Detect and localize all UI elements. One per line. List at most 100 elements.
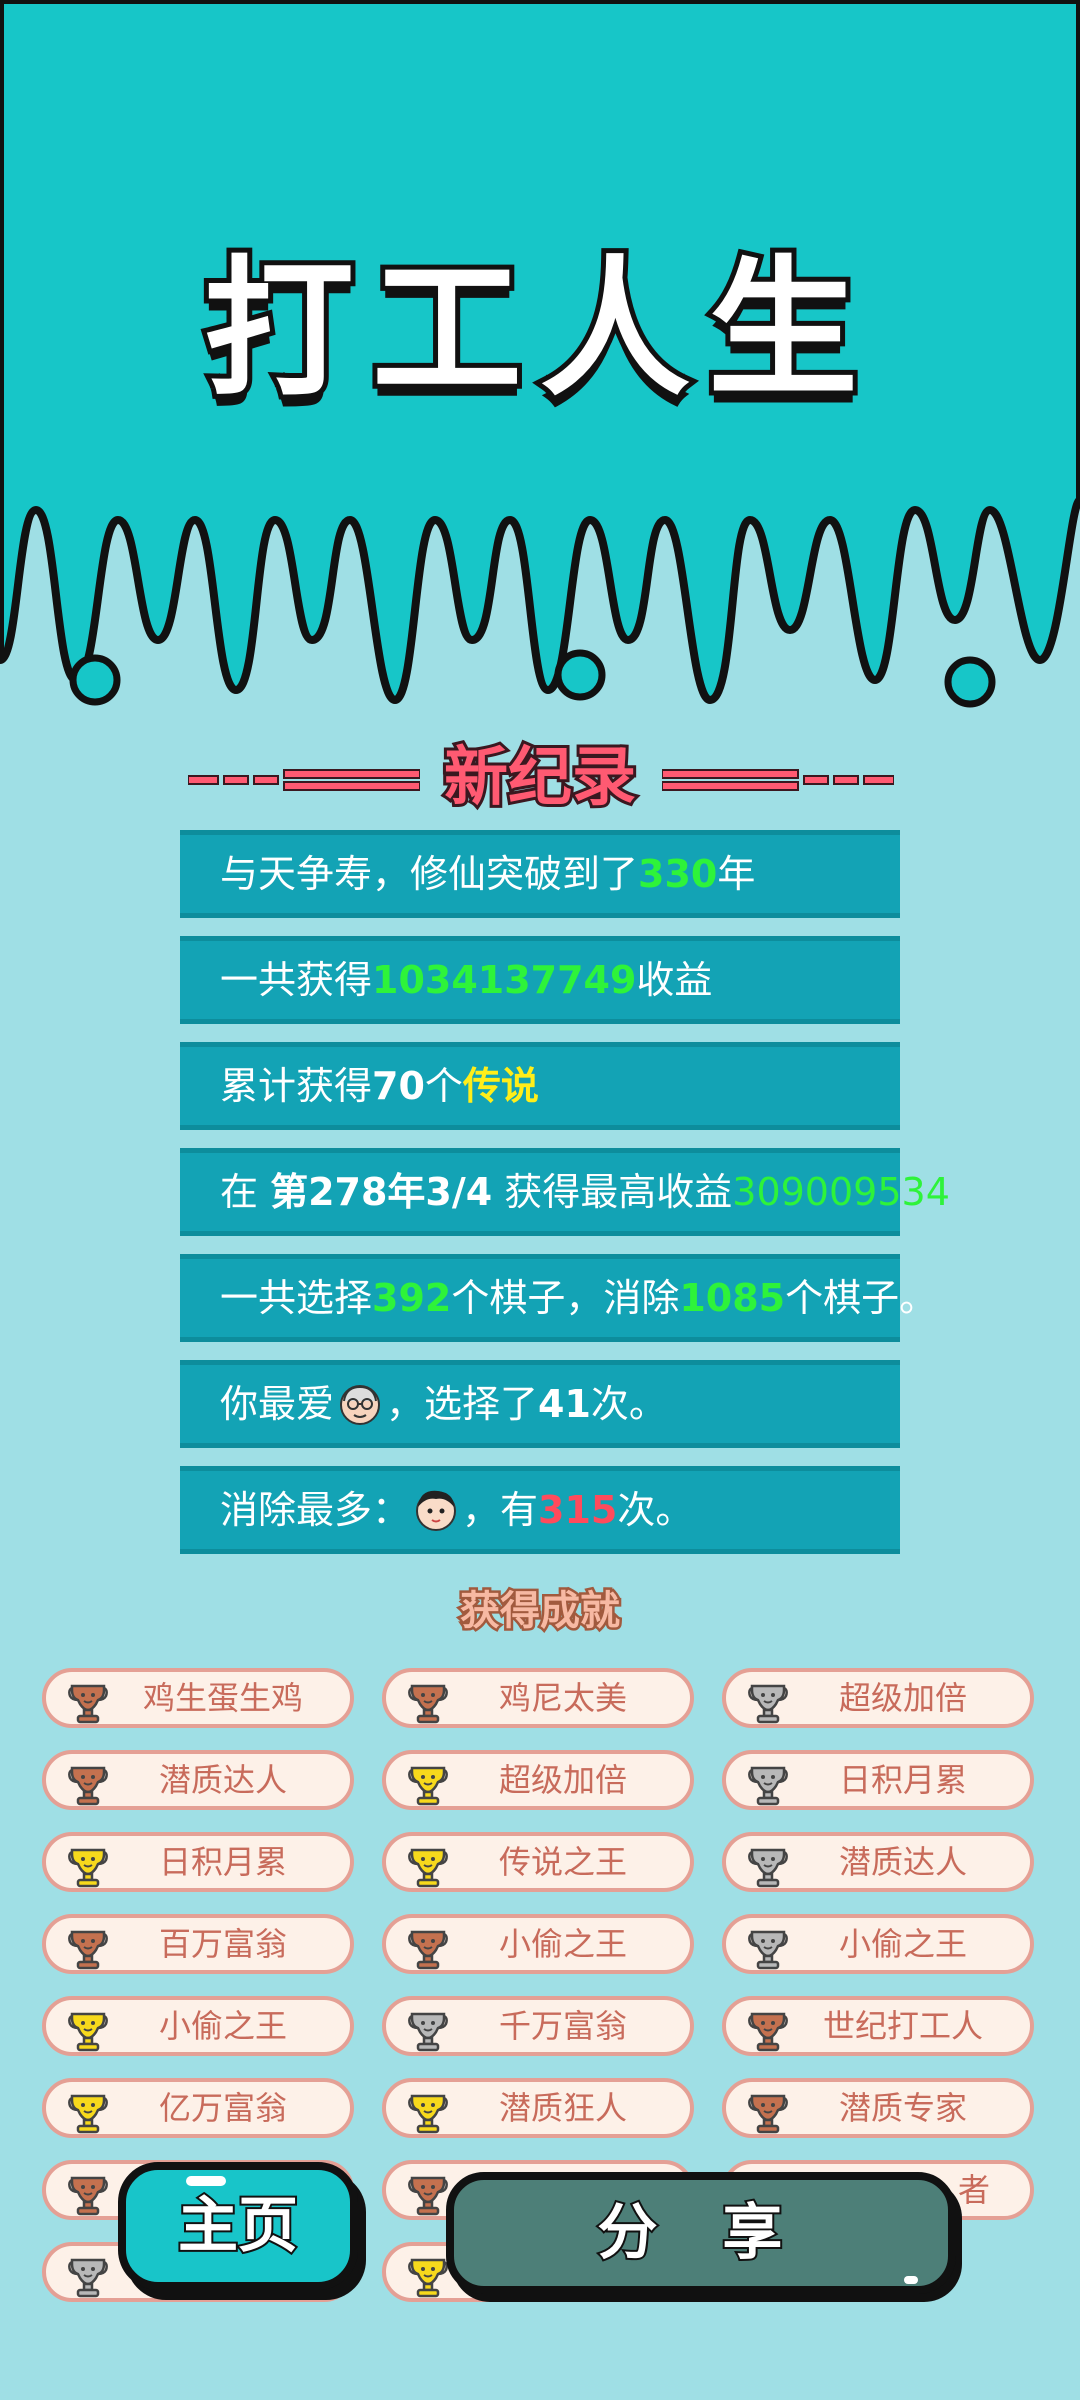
achievement-label: 传说之王	[498, 1843, 627, 1881]
bronze-trophy-icon	[68, 2172, 108, 2216]
stat-text-part: 次。	[617, 1488, 694, 1532]
bronze-trophy-icon	[68, 1680, 108, 1724]
gold-trophy-icon	[408, 1762, 448, 1806]
achievement-badge: 潜质专家	[722, 2078, 1034, 2138]
stat-text-part: 330	[638, 852, 718, 896]
gold-trophy-icon	[68, 1844, 108, 1888]
record-header: 新纪录	[0, 738, 1080, 818]
app-title: 打工人生	[199, 243, 876, 417]
stat-text-part: 消除最多：	[220, 1488, 411, 1532]
achievement-badge: 小偷之王	[382, 1914, 694, 1974]
achievement-badge: 亿万富翁	[42, 2078, 354, 2138]
achievement-badge: 超级加倍	[722, 1668, 1034, 1728]
achievement-badge: 小偷之王	[42, 1996, 354, 2056]
new-record-title: 新纪录	[441, 738, 639, 818]
stat-text-part: 309009534	[732, 1170, 950, 1214]
achievement-label: 鸡尼太美	[498, 1679, 627, 1717]
achievement-badge: 千万富翁	[382, 1996, 694, 2056]
boy-face-icon	[412, 1476, 460, 1531]
achievement-badge: 传说之王	[382, 1832, 694, 1892]
bronze-trophy-icon	[68, 1926, 108, 1970]
stat-text-part: 年	[717, 852, 756, 896]
bronze-trophy-icon	[68, 1762, 108, 1806]
stat-text: 一共获得1034137749收益	[220, 936, 712, 1024]
stat-text-part: 传说	[462, 1064, 539, 1108]
stat-text-part: 次。	[590, 1382, 667, 1426]
stat-row-legends: 累计获得70个传说	[180, 1042, 900, 1130]
gold-trophy-icon	[68, 2008, 108, 2052]
stat-text-part: 与天争寿，修仙突破到了	[220, 852, 639, 896]
stat-text: 你最爱 ，选择了41次。	[220, 1360, 667, 1448]
home-button-label: 主页	[176, 2189, 300, 2263]
gold-trophy-icon	[408, 2254, 448, 2298]
stat-text-part: 累计获得	[220, 1064, 373, 1108]
gold-trophy-icon	[408, 2090, 448, 2134]
stat-text-part: 获得最高收益	[492, 1170, 733, 1214]
achievement-label: 潜质专家	[838, 2089, 967, 2127]
achievement-label: 小偷之王	[498, 1925, 627, 1963]
silver-trophy-icon	[748, 1762, 788, 1806]
achievement-label: 鸡生蛋生鸡	[142, 1679, 303, 1717]
right-dash-decoration	[662, 769, 894, 791]
stat-row-favorite: 你最爱 ，选择了41次。	[180, 1360, 900, 1448]
stat-text-part: 392	[372, 1276, 452, 1320]
stat-row-pieces: 一共选择392个棋子，消除1085个棋子。	[180, 1254, 937, 1342]
achievement-badge: 超级加倍	[382, 1750, 694, 1810]
silver-trophy-icon	[408, 2008, 448, 2052]
achievement-badge: 日积月累	[722, 1750, 1034, 1810]
stat-row-best-income: 在 第278年3/4 获得最高收益309009534	[180, 1148, 950, 1236]
stat-text-part: 个棋子。	[785, 1276, 938, 1320]
button-shine	[904, 2276, 918, 2284]
achievement-label: 潜质狂人	[498, 2089, 627, 2127]
stat-text: 一共选择392个棋子，消除1085个棋子。	[220, 1254, 937, 1342]
silver-trophy-icon	[68, 2254, 108, 2298]
achievement-badge: 百万富翁	[42, 1914, 354, 1974]
stat-text: 与天争寿，修仙突破到了330年	[220, 830, 755, 918]
stat-text-part: 41	[538, 1382, 591, 1426]
bronze-trophy-icon	[408, 1680, 448, 1724]
share-button-label: 分 享	[596, 2196, 805, 2270]
achievement-badge: 潜质达人	[42, 1750, 354, 1810]
share-button[interactable]: 分 享	[446, 2172, 956, 2294]
achievements-title: 获得成就	[458, 1586, 623, 1637]
stat-text-part: 个	[424, 1064, 463, 1108]
achievement-label: 日积月累	[158, 1843, 287, 1881]
bronze-trophy-icon	[408, 2172, 448, 2216]
stat-text-part: 第278年3/4	[270, 1170, 493, 1214]
gold-trophy-icon	[408, 1844, 448, 1888]
achievement-label: 千万富翁	[498, 2007, 627, 2045]
achievement-label: 超级加倍	[838, 1679, 967, 1717]
achievement-label: 潜质达人	[838, 1843, 967, 1881]
stat-text-part: ，选择了	[386, 1382, 539, 1426]
stat-text-part: 一共获得	[220, 958, 373, 1002]
stat-text-part: 1085	[679, 1276, 786, 1320]
achievement-badge: 潜质狂人	[382, 2078, 694, 2138]
achievement-label: 世纪打工人	[822, 2007, 983, 2045]
silver-trophy-icon	[748, 1680, 788, 1724]
achievement-label: 超级加倍	[498, 1761, 627, 1799]
achievement-badge: 潜质达人	[722, 1832, 1034, 1892]
home-button[interactable]: 主页	[118, 2162, 358, 2290]
achievement-label: 潜质达人	[158, 1761, 287, 1799]
achievement-label: 小偷之王	[838, 1925, 967, 1963]
stat-text-part: 你最爱	[220, 1382, 335, 1426]
stat-text-part: 个棋子，消除	[451, 1276, 680, 1320]
gold-trophy-icon	[68, 2090, 108, 2134]
achievement-badge: 世纪打工人	[722, 1996, 1034, 2056]
achievement-label: 日积月累	[838, 1761, 967, 1799]
stat-text: 累计获得70个传说	[220, 1042, 539, 1130]
stat-row-total-income: 一共获得1034137749收益	[180, 936, 900, 1024]
stat-text: 在 第278年3/4 获得最高收益309009534	[220, 1148, 950, 1236]
achievement-label: 小偷之王	[158, 2007, 287, 2045]
achievement-label: 亿万富翁	[158, 2089, 287, 2127]
stat-text-part: 315	[538, 1488, 618, 1532]
achievement-badge: 鸡生蛋生鸡	[42, 1668, 354, 1728]
bronze-trophy-icon	[408, 1926, 448, 1970]
achievement-badge: 小偷之王	[722, 1914, 1034, 1974]
achievement-badge: 日积月累	[42, 1832, 354, 1892]
bronze-trophy-icon	[748, 2008, 788, 2052]
bronze-trophy-icon	[748, 2090, 788, 2134]
stat-text-part: 在	[220, 1170, 271, 1214]
achievement-badge: 鸡尼太美	[382, 1668, 694, 1728]
old-man-face-icon	[336, 1370, 384, 1425]
